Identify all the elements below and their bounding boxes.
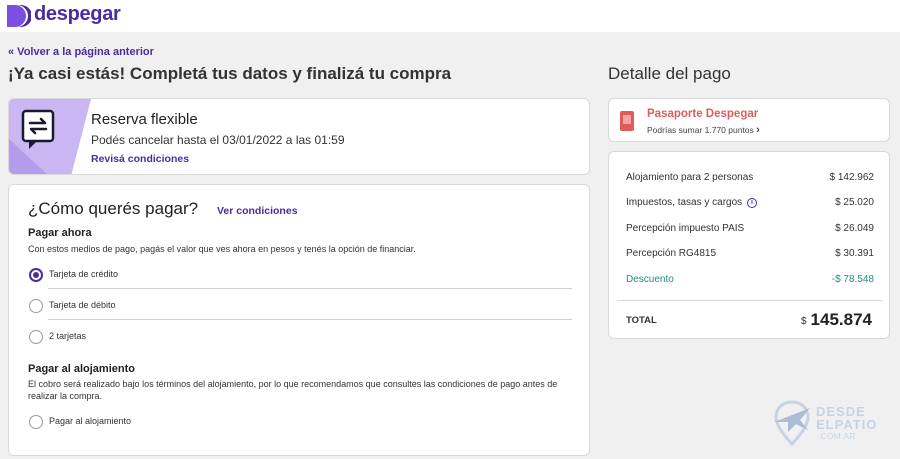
total-label: TOTAL	[626, 315, 657, 326]
flexible-title: Reserva flexible	[91, 111, 198, 128]
two-cards-radio[interactable]	[29, 330, 43, 344]
price-label: Descuento	[626, 274, 674, 285]
passport-title: Pasaporte Despegar	[647, 108, 759, 120]
price-row-rg4815: Percepción RG4815 $ 30.391	[626, 248, 874, 264]
pay-at-hotel-radio[interactable]	[29, 415, 43, 429]
option-debit-card[interactable]: Tarjeta de débito	[28, 296, 572, 326]
pay-now-title: Pagar ahora	[28, 227, 92, 239]
option-label: Tarjeta de crédito	[49, 269, 119, 279]
price-label: Percepción impuesto PAIS	[626, 223, 745, 234]
exchange-arrows-icon	[21, 109, 55, 149]
page-title: ¡Ya casi estás! Completá tus datos y fin…	[8, 64, 452, 83]
passport-card[interactable]: Pasaporte Despegar Podrías sumar 1.770 p…	[608, 98, 890, 142]
credit-card-radio[interactable]	[29, 268, 43, 282]
price-row-discount: Descuento -$ 78.548	[626, 274, 874, 290]
option-label: 2 tarjetas	[49, 331, 87, 341]
airplane-pin-icon	[774, 400, 810, 446]
top-bar: despegar	[0, 0, 900, 32]
debit-card-radio[interactable]	[29, 299, 43, 313]
option-credit-card[interactable]: Tarjeta de crédito	[28, 265, 572, 295]
watermark-line3: .COM.AR	[818, 432, 856, 441]
total-value: 145.874	[810, 310, 872, 329]
option-label: Tarjeta de débito	[49, 300, 116, 310]
pay-at-hotel-description: El cobro será realizado bajo los término…	[28, 379, 558, 401]
option-label: Pagar al alojamiento	[49, 416, 132, 426]
total-currency: $	[801, 316, 807, 327]
option-pay-at-hotel[interactable]: Pagar al alojamiento	[28, 412, 572, 442]
payment-summary-title: Detalle del pago	[608, 64, 731, 83]
price-row-pais-tax: Percepción impuesto PAIS $ 26.049	[626, 223, 874, 239]
passport-icon	[620, 111, 634, 131]
flexible-reservation-card: Reserva flexible Podés cancelar hasta el…	[8, 98, 590, 175]
payment-title: ¿Cómo querés pagar?	[28, 199, 199, 218]
payment-method-card: ¿Cómo querés pagar? Ver condiciones Paga…	[8, 184, 590, 456]
price-divider	[617, 300, 882, 301]
despegar-logo-icon[interactable]	[7, 5, 31, 27]
back-link[interactable]: « Volver a la página anterior	[8, 46, 154, 58]
price-row-taxes: Impuestos, tasas y cargos i $ 25.020	[626, 197, 874, 213]
pay-now-description: Con estos medios de pago, pagás el valor…	[28, 244, 416, 254]
cancellation-deadline: Podés cancelar hasta el 03/01/2022 a las…	[91, 133, 345, 147]
price-row-lodging: Alojamiento para 2 personas $ 142.962	[626, 172, 874, 188]
pay-at-hotel-title: Pagar al alojamiento	[28, 363, 135, 375]
chevron-right-icon: ›	[756, 124, 760, 136]
review-conditions-link[interactable]: Revisá condiciones	[91, 153, 189, 165]
price-value: -$ 78.548	[831, 274, 874, 285]
price-breakdown-card: Alojamiento para 2 personas $ 142.962 Im…	[608, 151, 890, 339]
price-label: Percepción RG4815	[626, 248, 717, 259]
watermark-line2: ELPATIO	[816, 417, 878, 432]
view-conditions-link[interactable]: Ver condiciones	[217, 205, 298, 217]
price-label: Impuestos, tasas y cargos	[626, 197, 743, 208]
watermark: DESDE ELPATIO .COM.AR	[768, 400, 896, 448]
option-two-cards[interactable]: 2 tarjetas	[28, 327, 572, 357]
price-label: Alojamiento para 2 personas	[626, 172, 754, 183]
price-value: $ 142.962	[829, 172, 875, 183]
option-divider	[48, 319, 572, 320]
passport-points: Podrías sumar 1.770 puntos ›	[647, 124, 760, 136]
price-value: $ 25.020	[835, 197, 874, 208]
brand-name[interactable]: despegar	[34, 3, 121, 26]
option-divider	[48, 288, 572, 289]
passport-subtitle: Podrías sumar 1.770 puntos	[647, 125, 754, 135]
price-label-wrap: Impuestos, tasas y cargos i	[626, 197, 757, 208]
price-value: $ 30.391	[835, 248, 874, 259]
price-value: $ 26.049	[835, 223, 874, 234]
info-icon[interactable]: i	[746, 198, 757, 208]
